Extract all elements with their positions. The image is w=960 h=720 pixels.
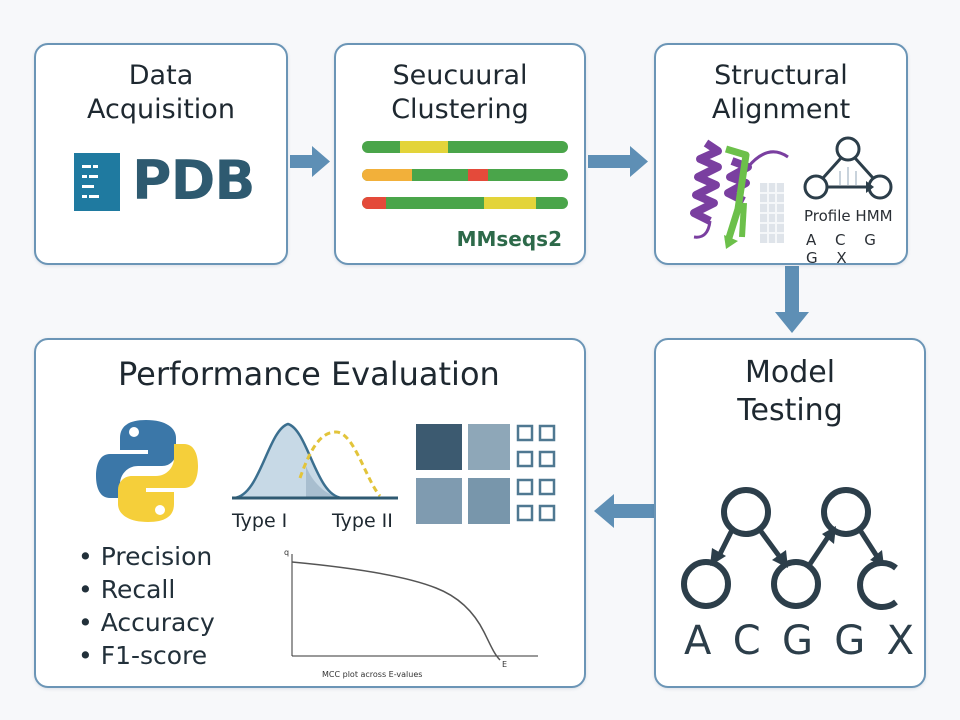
python-logo-icon [96,420,198,522]
mcc-plot-y-label: q [284,548,290,557]
mmseqs2-label: MMseqs2 [456,227,562,251]
type-ii-label: Type II [332,510,393,532]
data-acquisition-title: Data Acquisition [87,60,235,125]
mcc-plot [291,554,538,661]
arrow-alignment-to-testing [775,266,809,333]
metric-item: • Precision [78,542,213,571]
hmm-state-3 [681,559,731,609]
model-testing-title: Model Testing [737,355,843,428]
metrics-list: • Precision • Recall • Accuracy • F1-sco… [78,540,215,672]
metric-item: • F1-score [78,641,208,670]
arrow-clustering-to-alignment [588,146,648,177]
matrix-cell-tn [468,478,510,524]
matrix-cell-fp [468,424,510,470]
hmm-state-5 [857,560,898,610]
cluster-bar-1 [362,141,568,153]
metric-item: • Recall [78,575,176,604]
clustering-title: Seucuural Clustering [391,60,529,125]
model-testing-box: Model Testing A C G G X [654,338,926,688]
arrow-testing-to-evaluation [594,494,654,528]
mcc-curve [291,561,501,661]
arrow-acquisition-to-clustering [290,146,330,177]
matrix-cell-tp [416,424,462,470]
profile-hmm-sequence: A C G G X [806,231,883,267]
performance-evaluation-title: Performance Evaluation [118,355,500,393]
protein-structure-icon [690,139,789,249]
structural-alignment-box: Structural Alignment Profile HMM A C G G… [654,43,908,267]
sequence-letter: G [781,618,813,664]
confusion-matrix-icon [416,424,556,524]
cluster-bar-3 [362,197,568,209]
hmm-state-2 [821,487,871,537]
mcc-plot-caption: MCC plot across E-values [322,670,423,679]
sequence-letter: C [732,618,761,664]
profile-hmm-label: Profile HMM [804,207,893,225]
model-testing-sequence: A C G G X [684,618,914,664]
hmm-state-1 [721,487,771,537]
structural-alignment-title: Structural Alignment [711,60,851,125]
mcc-plot-x-label: E [502,660,508,669]
sequence-letter: G [834,618,866,664]
pdb-logo-icon [74,153,120,211]
metric-item: • Accuracy [78,608,215,637]
clustering-box: Seucuural Clustering MMseqs2 [334,43,586,265]
matrix-cell-fn [416,478,462,524]
pdb-logo-text: PDB [132,149,256,212]
type-i-label: Type I [232,510,288,532]
hmm-state-4 [771,559,821,609]
cluster-bar-2 [362,169,568,181]
hmm-state-graph-icon [681,487,898,610]
cluster-bars-graphic [362,141,568,209]
sequence-letter: X [886,618,914,664]
type-i-ii-distributions [232,422,398,500]
profile-hmm-graph-icon [803,136,893,200]
data-acquisition-box: Data Acquisition PDB [34,43,288,265]
sequence-letter: A [684,618,712,664]
performance-evaluation-box: Performance Evaluation Type I Type II • … [34,338,586,688]
